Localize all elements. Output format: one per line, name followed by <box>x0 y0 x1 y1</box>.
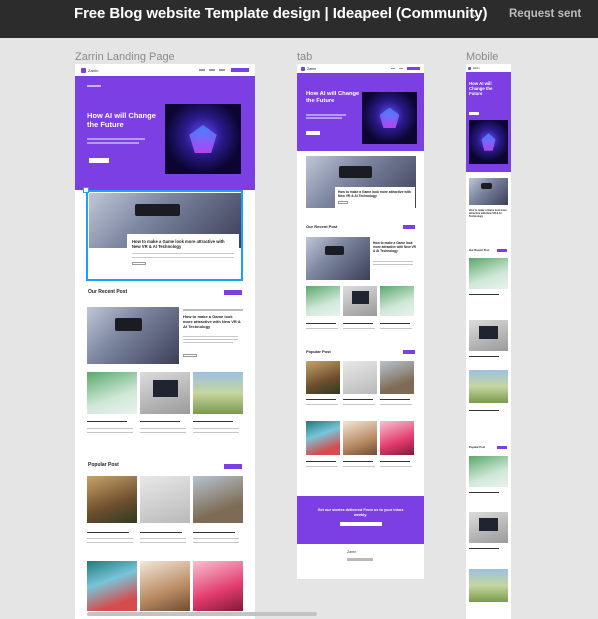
portrait-image <box>140 561 190 611</box>
horizontal-scrollbar[interactable] <box>87 612 317 616</box>
tablet-newsletter: Get our stories delivered From us to you… <box>297 496 424 544</box>
recent-section-title: Our Recent Post <box>88 289 128 295</box>
mobile-hero-title: How AI will Change the Future <box>469 81 493 96</box>
cake-image <box>193 561 243 611</box>
file-title[interactable]: Free Blog website Template design | Idea… <box>74 5 488 22</box>
tablet-hero: How AI will Change the Future <box>297 73 424 151</box>
bmx-image <box>193 476 243 523</box>
chevron-down-icon[interactable]: ⌄ <box>471 9 479 20</box>
desktop-nav: Zarrin <box>75 64 255 76</box>
tablet-robot-image <box>362 92 417 144</box>
featured-card-body: How to make a Game look more attractive … <box>127 234 239 276</box>
selection-handle[interactable] <box>83 187 89 193</box>
logo-icon <box>81 67 86 73</box>
mobile-brand: Zarrin <box>473 66 480 70</box>
mobile-featured-title: How to make a Game look more attractive … <box>469 209 507 218</box>
request-sent-button[interactable]: Request sent <box>509 8 581 20</box>
desktop-frame-label[interactable]: Zarrin Landing Page <box>75 51 175 63</box>
tablet-recent-post-title: How to make a Game look more attractive … <box>373 241 416 254</box>
tablet-frame-label[interactable]: tab <box>297 51 312 63</box>
mobile-frame[interactable]: Zarrin How AI will Change the Future How… <box>466 64 511 619</box>
tablet-recent-title: Our Recent Post <box>306 224 338 229</box>
file-header: Free Blog website Template design | Idea… <box>0 0 598 38</box>
tablet-hero-title: How AI will Change the Future <box>306 91 360 104</box>
popular-section-title: Popular Post <box>88 462 119 468</box>
hero-button <box>89 158 109 163</box>
recent-view-all-button <box>224 290 242 295</box>
tablet-featured-title: How to make a Game look more attractive … <box>338 190 411 199</box>
computer-image <box>140 372 190 414</box>
brand-name: Zarrin <box>88 67 99 73</box>
laptop-image <box>140 476 190 523</box>
recent-post-title: How to make a Game look more attractive … <box>183 314 241 330</box>
tablet-brand: Zarrin <box>307 66 317 71</box>
recent-vr-image <box>87 307 179 364</box>
ai-robot-image <box>165 104 241 174</box>
tablet-popular-title: Popular Post <box>306 349 331 354</box>
drone-image <box>87 372 137 414</box>
mobile-popular-title: Popular Post <box>469 446 485 449</box>
tablet-frame[interactable]: Zarrin How AI will Change the Future How… <box>297 64 424 579</box>
desktop-hero: How AI will Change the Future <box>75 76 255 190</box>
popular-view-all-button <box>224 464 242 469</box>
train-image <box>87 476 137 523</box>
mobile-hero: How AI will Change the Future <box>466 72 511 172</box>
smoke-image <box>87 561 137 611</box>
featured-title: How to make a Game look more attractive … <box>132 239 225 250</box>
field-image <box>193 372 243 414</box>
mobile-recent-title: Our Recent Post <box>469 249 490 252</box>
nav-links <box>199 69 225 71</box>
newsletter-title: Get our stories delivered From us to you… <box>317 508 404 517</box>
mobile-frame-label[interactable]: Mobile <box>466 51 498 63</box>
tablet-nav: Zarrin <box>297 64 424 73</box>
nav-cta <box>231 68 249 72</box>
desktop-frame[interactable]: Zarrin How AI will Change the Future How… <box>75 64 255 619</box>
tablet-footer-brand: Zarrin <box>347 550 357 554</box>
hero-title: How AI will Change the Future <box>87 111 156 129</box>
